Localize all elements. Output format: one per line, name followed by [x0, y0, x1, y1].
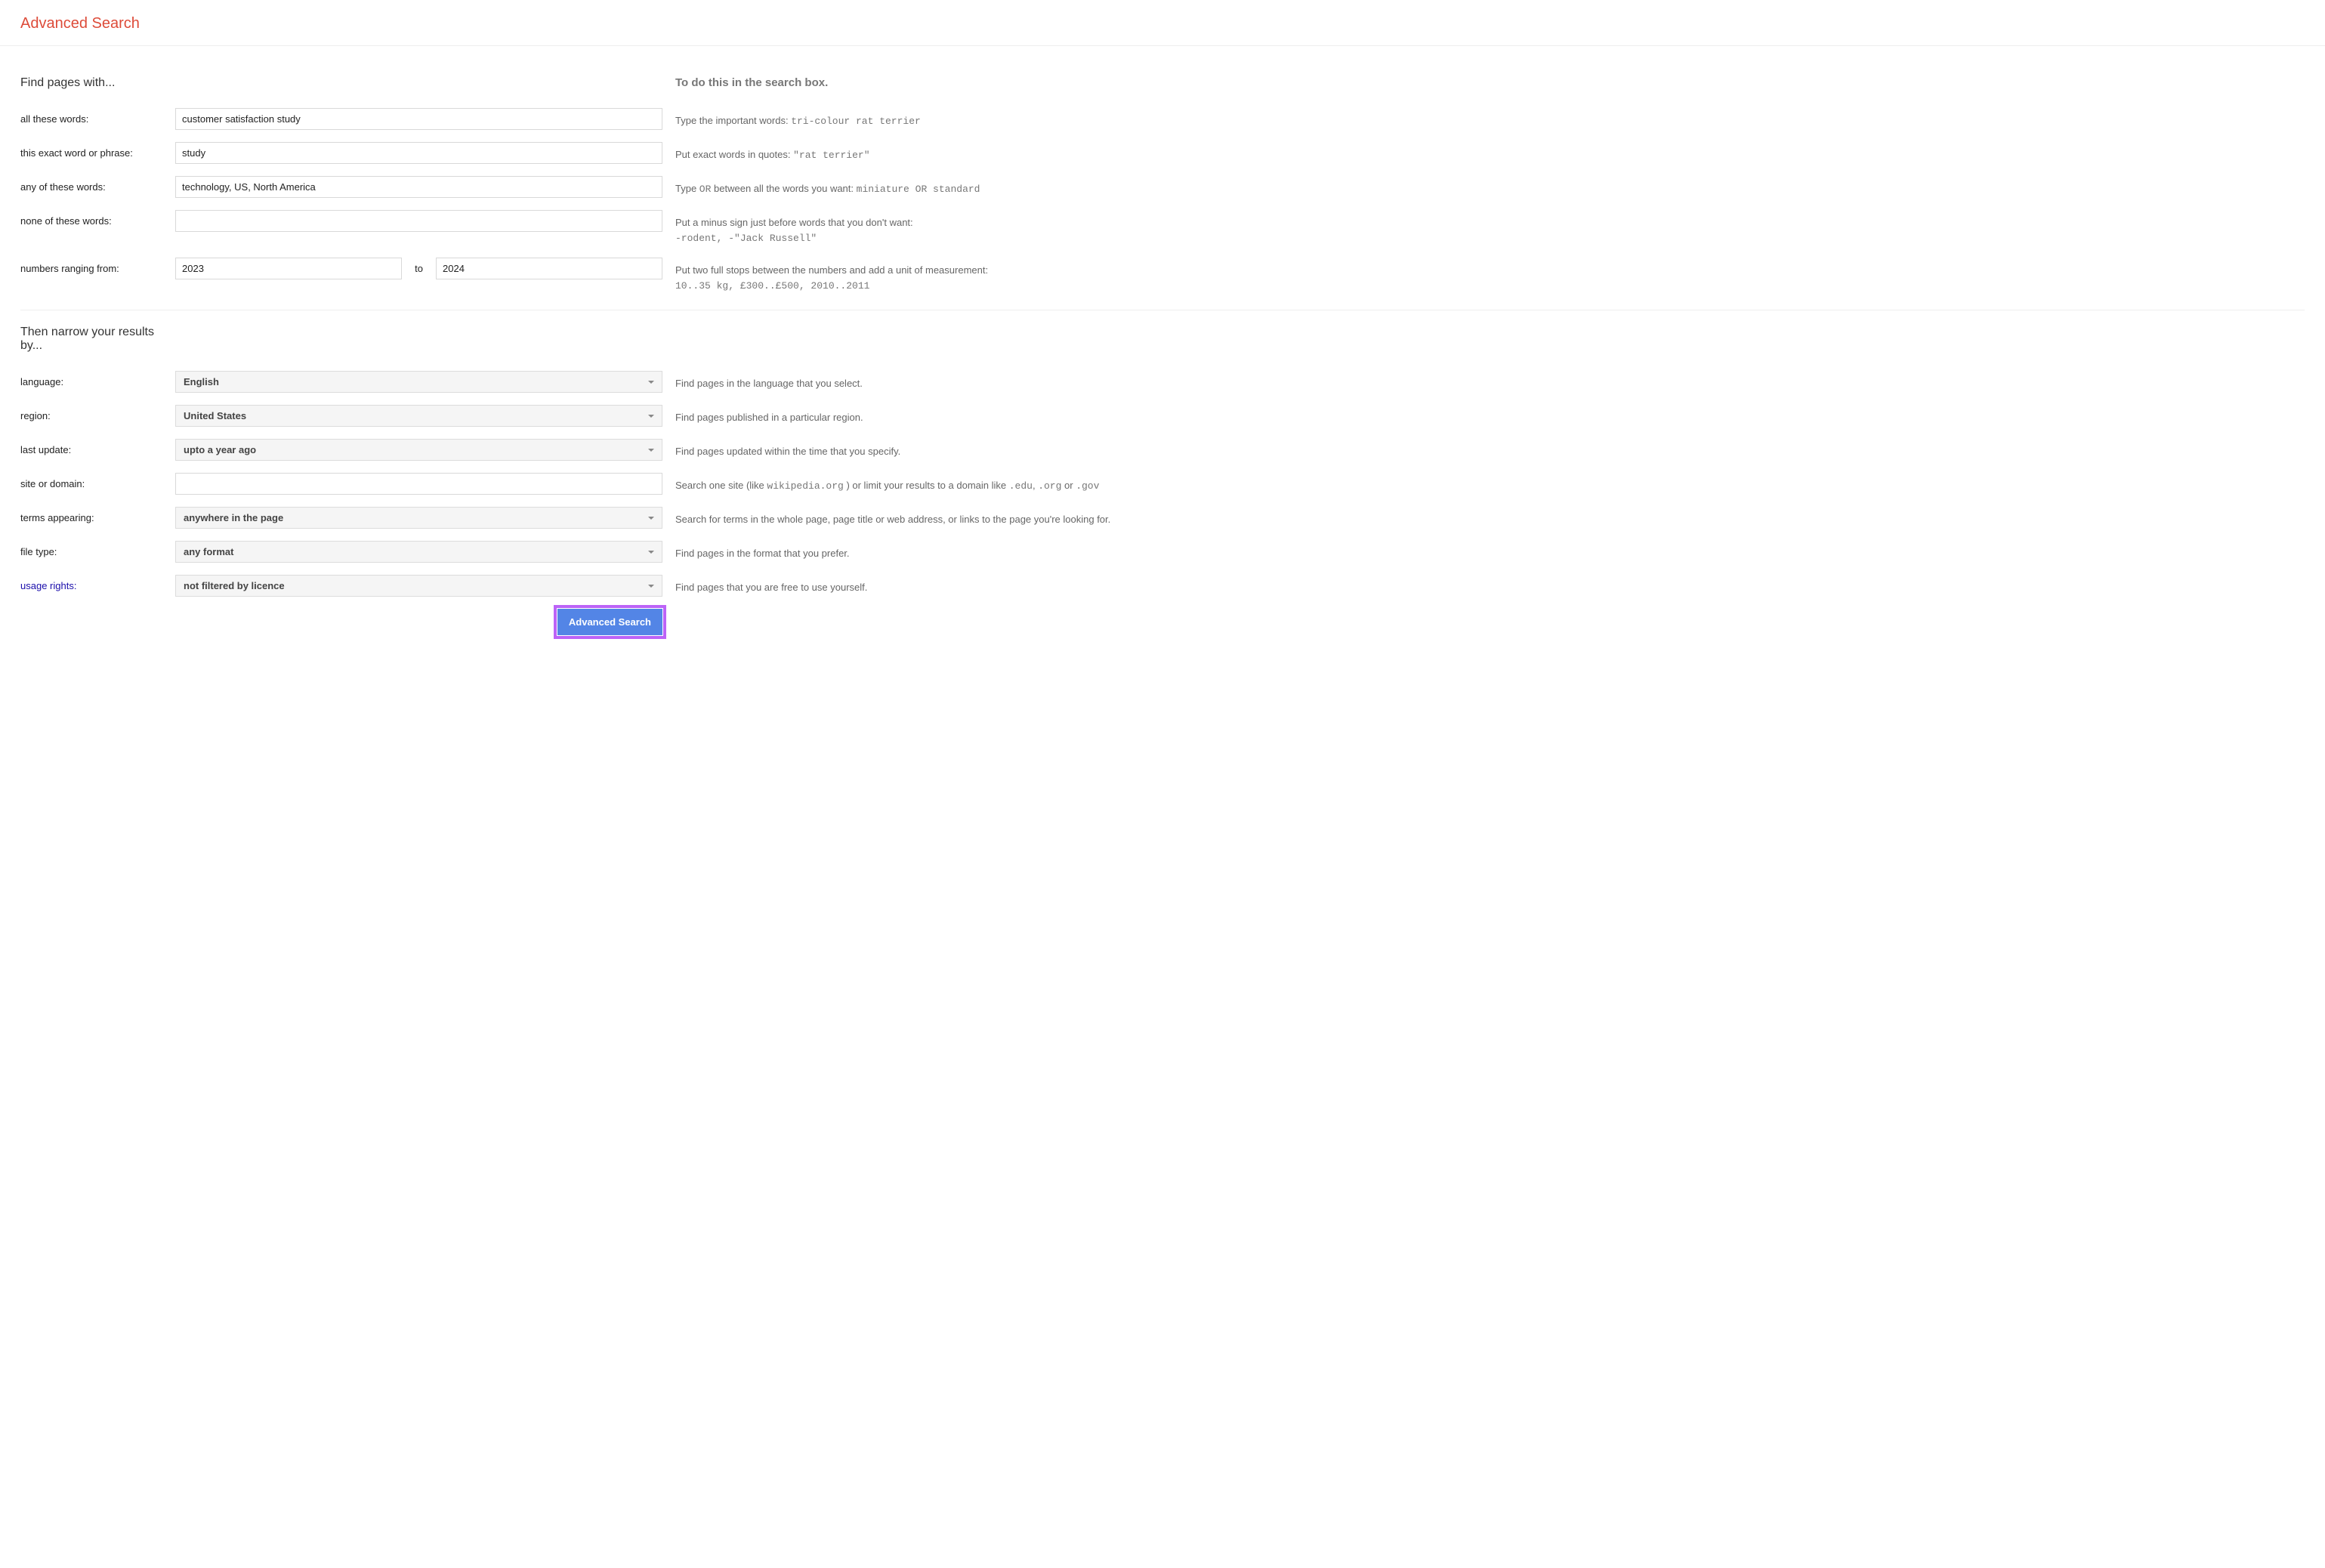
terms-tip: Search for terms in the whole page, page… — [662, 507, 2305, 527]
any-words-tip: Type OR between all the words you want: … — [662, 176, 2305, 197]
chevron-down-icon — [648, 449, 654, 452]
usage-rights-label[interactable]: usage rights: — [20, 575, 175, 591]
chevron-down-icon — [648, 585, 654, 588]
usage-rights-tip: Find pages that you are free to use your… — [662, 575, 2305, 595]
exact-phrase-label: this exact word or phrase: — [20, 142, 175, 159]
site-input[interactable] — [175, 473, 662, 495]
language-select[interactable]: English — [175, 371, 662, 393]
num-range-to-label: to — [402, 263, 436, 274]
language-label: language: — [20, 371, 175, 387]
num-range-to-input[interactable] — [436, 258, 662, 279]
chevron-down-icon — [648, 415, 654, 418]
all-words-input[interactable] — [175, 108, 662, 130]
none-words-tip: Put a minus sign just before words that … — [662, 210, 2305, 245]
chevron-down-icon — [648, 551, 654, 554]
last-update-tip: Find pages updated within the time that … — [662, 439, 2305, 459]
narrow-heading: Then narrow your results by... — [20, 326, 175, 353]
page-title: Advanced Search — [20, 15, 2305, 32]
usage-rights-value: not filtered by licence — [184, 580, 648, 591]
any-words-input[interactable] — [175, 176, 662, 198]
any-words-label: any of these words: — [20, 176, 175, 193]
region-label: region: — [20, 405, 175, 421]
num-range-label: numbers ranging from: — [20, 258, 175, 274]
all-words-label: all these words: — [20, 108, 175, 125]
terms-select[interactable]: anywhere in the page — [175, 507, 662, 529]
advanced-search-button[interactable]: Advanced Search — [557, 609, 662, 635]
last-update-value: upto a year ago — [184, 444, 648, 455]
file-type-tip: Find pages in the format that you prefer… — [662, 541, 2305, 561]
language-tip: Find pages in the language that you sele… — [662, 371, 2305, 391]
chevron-down-icon — [648, 381, 654, 384]
chevron-down-icon — [648, 517, 654, 520]
exact-phrase-input[interactable] — [175, 142, 662, 164]
none-words-label: none of these words: — [20, 210, 175, 227]
terms-value: anywhere in the page — [184, 512, 648, 523]
page-header: Advanced Search — [0, 0, 2325, 46]
file-type-label: file type: — [20, 541, 175, 557]
all-words-tip: Type the important words: tri-colour rat… — [662, 108, 2305, 129]
find-pages-heading: Find pages with... — [20, 76, 662, 90]
tips-heading: To do this in the search box. — [675, 76, 2305, 89]
last-update-label: last update: — [20, 439, 175, 455]
site-label: site or domain: — [20, 473, 175, 489]
usage-rights-select[interactable]: not filtered by licence — [175, 575, 662, 597]
region-value: United States — [184, 410, 648, 421]
region-tip: Find pages published in a particular reg… — [662, 405, 2305, 425]
file-type-select[interactable]: any format — [175, 541, 662, 563]
num-range-from-input[interactable] — [175, 258, 402, 279]
last-update-select[interactable]: upto a year ago — [175, 439, 662, 461]
region-select[interactable]: United States — [175, 405, 662, 427]
terms-label: terms appearing: — [20, 507, 175, 523]
num-range-tip: Put two full stops between the numbers a… — [662, 258, 2305, 293]
none-words-input[interactable] — [175, 210, 662, 232]
file-type-value: any format — [184, 546, 648, 557]
exact-phrase-tip: Put exact words in quotes: "rat terrier" — [662, 142, 2305, 163]
language-value: English — [184, 376, 648, 387]
site-tip: Search one site (like wikipedia.org ) or… — [662, 473, 2305, 494]
